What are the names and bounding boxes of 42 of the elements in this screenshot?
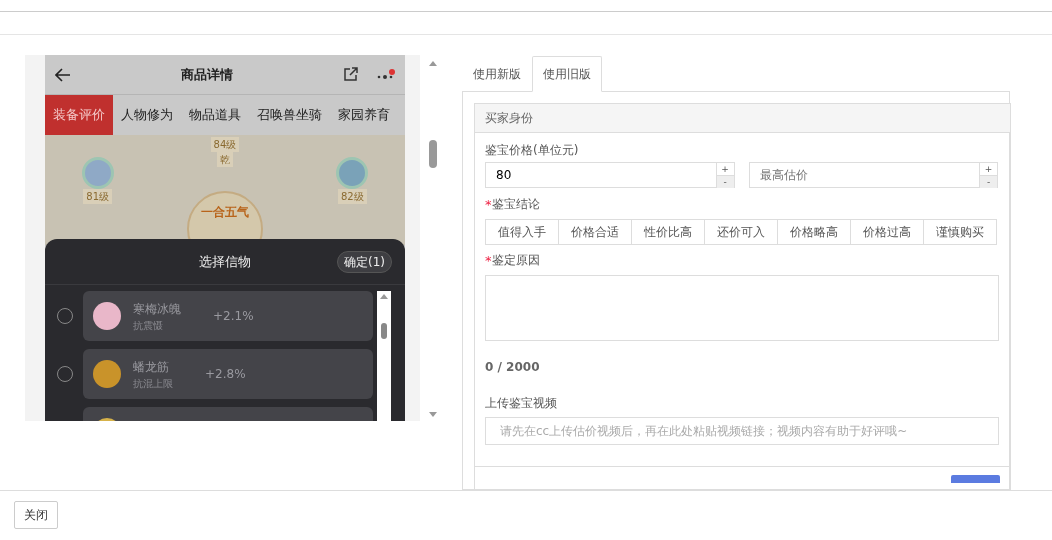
level-label: 84级 bbox=[210, 137, 240, 152]
category-tab[interactable]: 装备评价 bbox=[45, 95, 113, 135]
field-label: 鉴宝价格(单位元) bbox=[485, 142, 580, 159]
number-spinner[interactable]: 80 + - bbox=[485, 162, 735, 188]
item-icon bbox=[93, 360, 121, 388]
item-name: 蟠龙筋 bbox=[133, 358, 170, 376]
orb-icon bbox=[81, 156, 114, 189]
page-title: 商品详情 bbox=[180, 65, 233, 84]
required-mark: * bbox=[485, 195, 492, 214]
back-arrow-icon[interactable] bbox=[55, 67, 71, 82]
scrollbar[interactable] bbox=[377, 291, 391, 421]
video-link-field[interactable]: 请先在cc上传估价视频后，再在此处粘贴视频链接；视频内容有助于好评哦~ bbox=[485, 417, 999, 445]
section-header: 买家身份 bbox=[475, 104, 1010, 133]
category-tab[interactable]: 家园养育 bbox=[330, 95, 398, 135]
level-label: 81级 bbox=[83, 188, 112, 204]
decrement-button[interactable]: - bbox=[980, 175, 997, 188]
increment-button[interactable]: + bbox=[980, 163, 997, 175]
item-bonus: +2.1% bbox=[213, 308, 254, 325]
more-icon[interactable] bbox=[377, 68, 395, 81]
confirm-button[interactable]: 确定(1) bbox=[337, 251, 392, 273]
level-label: 82级 bbox=[337, 188, 367, 204]
reason-field[interactable] bbox=[485, 275, 999, 341]
number-spinner[interactable]: 最高估价 + - bbox=[748, 162, 998, 188]
close-button[interactable]: 关闭 bbox=[14, 501, 58, 529]
increment-button[interactable]: + bbox=[716, 163, 734, 175]
trigram-label: 乾 bbox=[217, 152, 233, 167]
item-name: 寒梅冰魄 bbox=[133, 300, 181, 318]
item-bonus: +2.8% bbox=[205, 366, 246, 383]
category-tab[interactable]: 物品道具 bbox=[181, 95, 249, 135]
required-mark: * bbox=[485, 252, 492, 270]
version-tab[interactable]: 使用旧版 bbox=[532, 56, 602, 92]
character-counter: 0 / 2000 bbox=[485, 359, 540, 376]
field-label: 鉴定原因 bbox=[491, 252, 540, 269]
version-tab[interactable]: 使用新版 bbox=[462, 56, 532, 92]
field-label: 鉴宝结论 bbox=[491, 195, 540, 213]
category-tab[interactable]: 召唤兽坐骑 bbox=[249, 95, 330, 135]
field-label: 上传鉴宝视频 bbox=[485, 395, 558, 412]
item-icon bbox=[93, 302, 121, 330]
decrement-button[interactable]: - bbox=[716, 175, 734, 188]
category-tab[interactable]: 人物修为 bbox=[113, 95, 181, 135]
orb-icon bbox=[336, 156, 369, 189]
share-icon[interactable] bbox=[342, 67, 358, 82]
